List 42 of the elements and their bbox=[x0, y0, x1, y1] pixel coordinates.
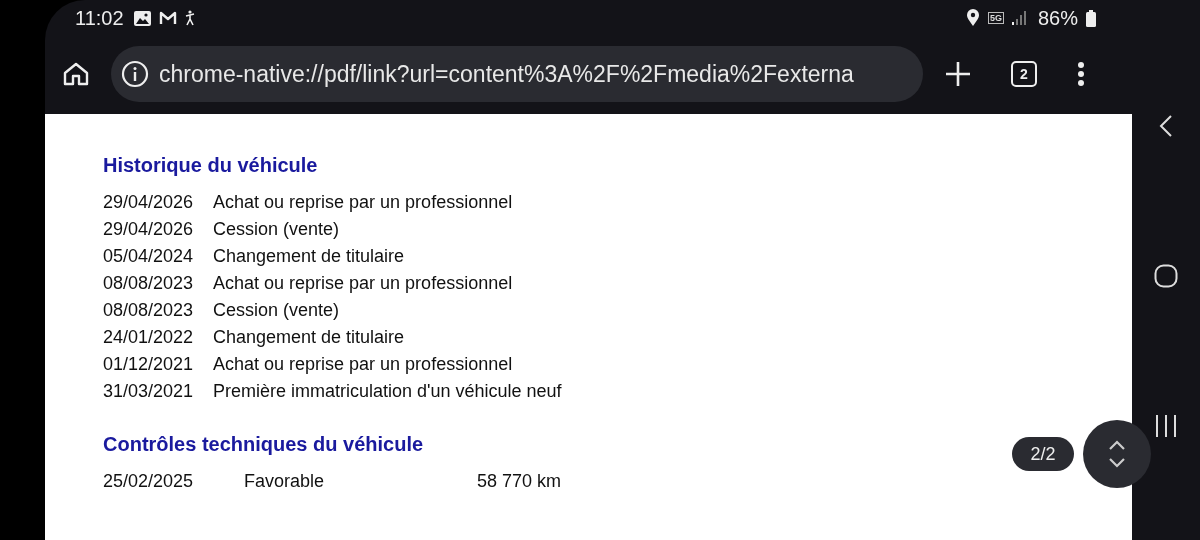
signal-icon bbox=[1011, 11, 1028, 25]
network-type: 5G bbox=[987, 12, 1004, 24]
event-description: Achat ou reprise par un professionnel bbox=[213, 353, 514, 376]
inspection-date: 25/02/2025 bbox=[103, 470, 195, 493]
event-date: 24/01/2022 bbox=[103, 326, 195, 349]
event-date: 08/08/2023 bbox=[103, 272, 195, 295]
tab-switcher-button[interactable]: 2 bbox=[1011, 61, 1037, 87]
mail-icon bbox=[158, 11, 177, 25]
event-description: Cession (vente) bbox=[213, 299, 341, 322]
event-date: 01/12/2021 bbox=[103, 353, 195, 376]
menu-icon[interactable] bbox=[1077, 61, 1085, 87]
back-icon[interactable] bbox=[1159, 114, 1173, 138]
url-text: chrome-native://pdf/link?url=content%3A%2F%2Fmedia%2Fexterna bbox=[159, 60, 854, 88]
event-date: 08/08/2023 bbox=[103, 299, 195, 322]
inspection-result: Favorable bbox=[244, 470, 326, 493]
event-date: 29/04/2026 bbox=[103, 218, 195, 241]
home-icon[interactable] bbox=[63, 62, 89, 86]
home-button-icon[interactable] bbox=[1154, 264, 1178, 288]
event-date: 05/04/2024 bbox=[103, 245, 195, 268]
info-icon[interactable] bbox=[121, 60, 149, 88]
gallery-icon bbox=[133, 10, 151, 26]
event-description: Changement de titulaire bbox=[213, 245, 406, 268]
battery-level: 86% bbox=[1037, 6, 1078, 30]
event-date: 29/04/2026 bbox=[103, 191, 195, 214]
event-description: Cession (vente) bbox=[213, 218, 341, 241]
event-description: Achat ou reprise par un professionnel bbox=[213, 191, 514, 214]
event-date: 31/03/2021 bbox=[103, 380, 195, 403]
event-description: Changement de titulaire bbox=[213, 326, 406, 349]
figure-icon bbox=[184, 10, 195, 26]
event-description: Achat ou reprise par un professionnel bbox=[213, 272, 514, 295]
clock-time: 11:02 bbox=[75, 6, 124, 30]
section-heading: Contrôles techniques du véhicule bbox=[103, 433, 424, 456]
address-bar[interactable]: chrome-native://pdf/link?url=content%3A%2F%2Fmedia%2Fexterna bbox=[111, 46, 923, 102]
recent-apps-icon[interactable] bbox=[1155, 414, 1177, 438]
section-heading: Historique du véhicule bbox=[103, 154, 318, 177]
inspection-mileage: 58 770 km bbox=[477, 470, 563, 493]
battery-icon bbox=[1086, 9, 1096, 27]
new-tab-icon[interactable] bbox=[945, 61, 971, 87]
event-description: Première immatriculation d'un véhicule neuf bbox=[213, 380, 563, 403]
location-icon bbox=[965, 9, 980, 27]
page-indicator: 2/2 bbox=[1012, 437, 1074, 471]
up-down-chevron-icon bbox=[1108, 439, 1126, 469]
